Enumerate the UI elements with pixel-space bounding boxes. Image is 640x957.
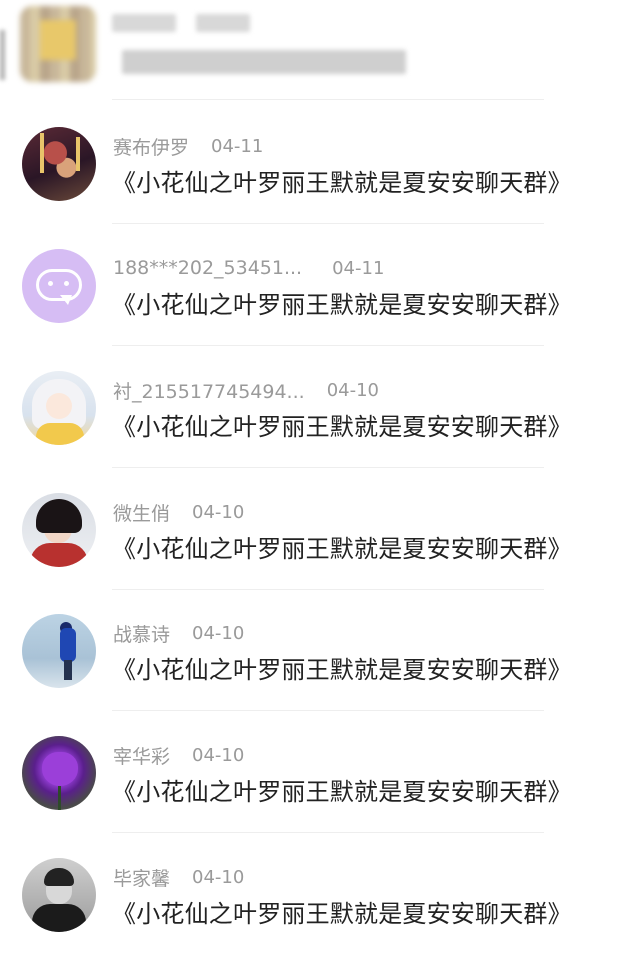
comment-date: 04-11	[332, 257, 385, 279]
edge-shadow	[0, 30, 5, 80]
avatar[interactable]	[22, 127, 96, 201]
comment-text: 《小花仙之叶罗丽王默就是夏安安聊天群》	[112, 900, 572, 928]
comment-meta: 战慕诗 04-10	[113, 620, 244, 646]
comment-date: 04-10	[192, 744, 245, 766]
divider	[112, 710, 544, 711]
comment-list-screen: 赛布伊罗 04-11 《小花仙之叶罗丽王默就是夏安安聊天群》 188***202…	[0, 0, 640, 957]
avatar[interactable]	[22, 493, 96, 567]
comment-meta: 188***202_53451... 04-11	[113, 255, 384, 281]
avatar[interactable]	[22, 249, 96, 323]
comment-text: 《小花仙之叶罗丽王默就是夏安安聊天群》	[112, 169, 572, 197]
comment-item[interactable]: 毕家馨 04-10 《小花仙之叶罗丽王默就是夏安安聊天群》	[0, 834, 640, 955]
user-name[interactable]: 宰华彩	[113, 742, 170, 769]
blurred-name	[112, 14, 176, 32]
comment-meta: 赛布伊罗 04-11	[113, 133, 263, 159]
comment-item[interactable]: 赛布伊罗 04-11 《小花仙之叶罗丽王默就是夏安安聊天群》	[0, 103, 640, 224]
blurred-comment-item[interactable]	[0, 0, 640, 100]
divider	[112, 223, 544, 224]
comment-meta: 微生俏 04-10	[113, 499, 244, 525]
divider	[112, 832, 544, 833]
divider	[112, 99, 544, 100]
user-name[interactable]: 战慕诗	[113, 620, 170, 647]
blurred-message	[122, 50, 406, 74]
comment-text: 《小花仙之叶罗丽王默就是夏安安聊天群》	[112, 291, 572, 319]
avatar[interactable]	[22, 371, 96, 445]
blurred-avatar[interactable]	[20, 6, 96, 82]
comment-date: 04-10	[192, 622, 245, 644]
avatar[interactable]	[22, 614, 96, 688]
avatar[interactable]	[22, 736, 96, 810]
comment-text: 《小花仙之叶罗丽王默就是夏安安聊天群》	[112, 656, 572, 684]
comment-item[interactable]: 188***202_53451... 04-11 《小花仙之叶罗丽王默就是夏安安…	[0, 225, 640, 346]
divider	[112, 345, 544, 346]
comment-meta: 衬_215517745494... 04-10	[113, 377, 379, 403]
comment-meta: 毕家馨 04-10	[113, 864, 244, 890]
comment-text: 《小花仙之叶罗丽王默就是夏安安聊天群》	[112, 413, 572, 441]
avatar[interactable]	[22, 858, 96, 932]
user-name[interactable]: 毕家馨	[113, 864, 170, 891]
comment-date: 04-10	[326, 379, 379, 401]
comment-meta: 宰华彩 04-10	[113, 742, 244, 768]
user-name[interactable]: 微生俏	[113, 499, 170, 526]
divider	[112, 467, 544, 468]
comment-item[interactable]: 宰华彩 04-10 《小花仙之叶罗丽王默就是夏安安聊天群》	[0, 712, 640, 833]
comment-text: 《小花仙之叶罗丽王默就是夏安安聊天群》	[112, 535, 572, 563]
comment-date: 04-10	[192, 866, 245, 888]
comment-item[interactable]: 衬_215517745494... 04-10 《小花仙之叶罗丽王默就是夏安安聊…	[0, 347, 640, 468]
comment-text: 《小花仙之叶罗丽王默就是夏安安聊天群》	[112, 778, 572, 806]
user-name[interactable]: 衬_215517745494...	[113, 377, 305, 404]
user-name[interactable]: 188***202_53451...	[113, 257, 302, 279]
comment-date: 04-11	[211, 135, 264, 157]
comment-item[interactable]: 战慕诗 04-10 《小花仙之叶罗丽王默就是夏安安聊天群》	[0, 590, 640, 711]
user-name[interactable]: 赛布伊罗	[113, 133, 189, 160]
blurred-date	[196, 14, 250, 32]
comment-item[interactable]: 微生俏 04-10 《小花仙之叶罗丽王默就是夏安安聊天群》	[0, 469, 640, 590]
comment-date: 04-10	[192, 501, 245, 523]
